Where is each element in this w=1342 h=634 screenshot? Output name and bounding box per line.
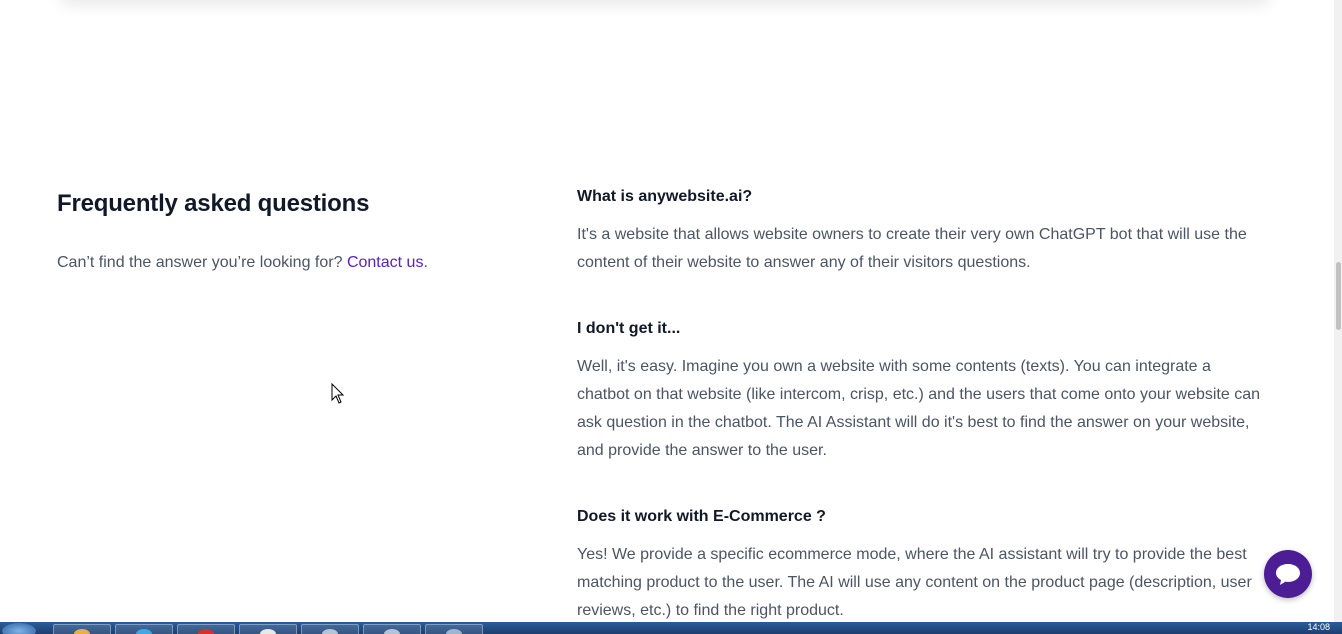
taskbar-item-window-3[interactable]	[425, 624, 483, 634]
scrollbar-thumb[interactable]	[1336, 262, 1341, 330]
os-taskbar: 14:08	[0, 622, 1342, 634]
taskbar-clock: 14:08	[1307, 622, 1330, 632]
chrome-icon	[260, 629, 276, 634]
taskbar-item-app[interactable]	[177, 624, 235, 634]
taskbar-item-ie[interactable]	[115, 624, 173, 634]
mouse-cursor-icon	[331, 383, 345, 404]
faq-question: I don't get it...	[577, 320, 681, 337]
faq-item: Does it work with E-Commerce ? Yes! We p…	[577, 505, 1267, 625]
faq-subtitle-suffix: .	[423, 254, 428, 271]
faq-intro: Frequently asked questions Can’t find th…	[57, 188, 527, 275]
faq-list: What is anywebsite.ai? It's a website th…	[577, 185, 1267, 634]
chat-widget-button[interactable]	[1264, 550, 1312, 598]
faq-item: I don't get it... Well, it's easy. Imagi…	[577, 317, 1267, 465]
window-icon	[384, 629, 400, 634]
contact-us-link[interactable]: Contact us	[347, 254, 423, 271]
taskbar-item-explorer[interactable]	[53, 624, 111, 634]
faq-answer: Yes! We provide a specific ecommerce mod…	[577, 546, 1252, 619]
faq-answer: It's a website that allows website owner…	[577, 226, 1247, 271]
faq-title: Frequently asked questions	[57, 190, 370, 217]
folder-icon	[74, 629, 90, 634]
taskbar-item-chrome[interactable]	[239, 624, 297, 634]
page-scrollbar[interactable]	[1334, 0, 1342, 622]
faq-answer: Well, it's easy. Imagine you own a websi…	[577, 358, 1261, 459]
start-button[interactable]	[2, 623, 36, 634]
chat-bubble-icon	[1276, 564, 1300, 585]
faq-subtitle-text: Can’t find the answer you’re looking for…	[57, 254, 343, 271]
window-icon	[322, 629, 338, 634]
taskbar-item-window[interactable]	[301, 624, 359, 634]
browser-icon	[136, 629, 152, 634]
faq-question: Does it work with E-Commerce ?	[577, 508, 826, 525]
faq-subtitle: Can’t find the answer you’re looking for…	[57, 251, 527, 275]
faq-question: What is anywebsite.ai?	[577, 188, 753, 205]
faq-item: What is anywebsite.ai? It's a website th…	[577, 185, 1267, 277]
app-icon	[198, 629, 214, 634]
taskbar-item-window-2[interactable]	[363, 624, 421, 634]
window-icon	[446, 629, 462, 634]
